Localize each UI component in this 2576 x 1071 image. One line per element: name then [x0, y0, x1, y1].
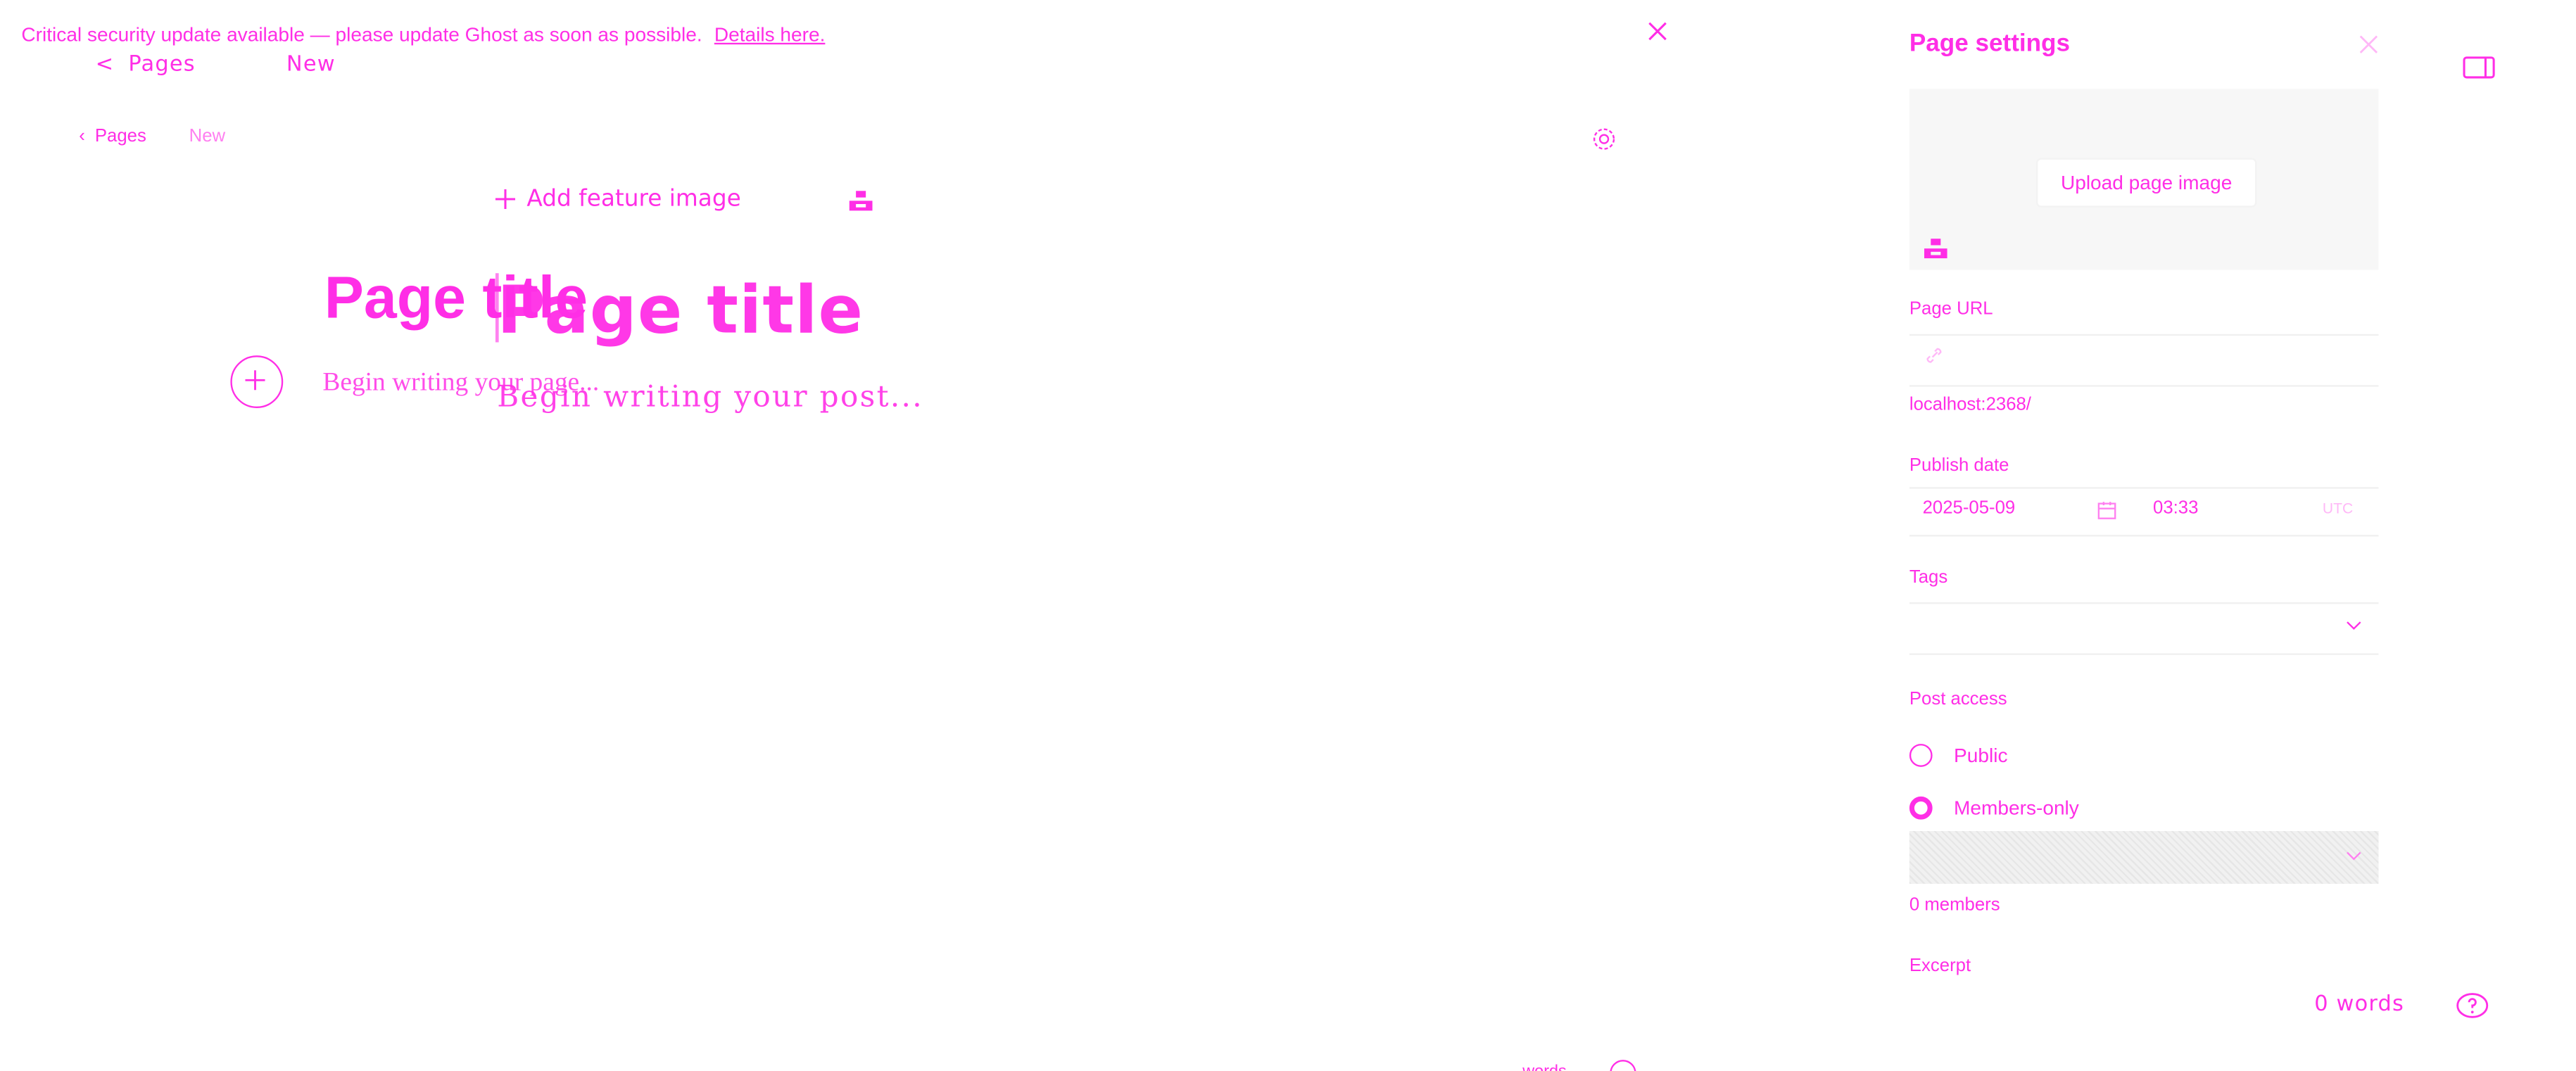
- excerpt-label: Excerpt: [1909, 956, 1971, 976]
- page-title-placeholder-ghost: Page title: [497, 273, 864, 349]
- publish-date-input[interactable]: 2025-05-09: [1923, 499, 2016, 519]
- nav-pages-link[interactable]: Pages: [128, 53, 286, 77]
- editor-window: Critical security update available — ple…: [0, 0, 2576, 1071]
- back-chevron[interactable]: <: [96, 53, 129, 77]
- upload-page-image-button[interactable]: Upload page image: [2035, 158, 2257, 208]
- radio-members-only[interactable]: [1909, 796, 1933, 820]
- breadcrumb-status: New: [189, 127, 226, 147]
- calendar-icon[interactable]: [2097, 500, 2117, 520]
- breadcrumb-pages-link[interactable]: Pages: [95, 127, 146, 146]
- tags-label: Tags: [1909, 567, 1948, 588]
- chevron-down-icon: [2347, 851, 2361, 861]
- sidebar-toggle-icon[interactable]: [2463, 56, 2496, 80]
- body-placeholder-ghost: Begin writing your post...: [497, 380, 924, 415]
- banner-details-link[interactable]: Details here.: [714, 23, 826, 46]
- add-card-button[interactable]: [230, 355, 284, 408]
- add-feature-image-label: Add feature image: [526, 186, 741, 213]
- unsplash-icon[interactable]: [1924, 239, 1947, 259]
- tags-select[interactable]: [1909, 602, 2379, 655]
- publish-date-label: Publish date: [1909, 455, 2009, 476]
- banner-message: Critical security update available — ple…: [21, 23, 702, 46]
- close-icon[interactable]: [1646, 20, 1669, 43]
- page-url-label: Page URL: [1909, 299, 1993, 319]
- timezone-label: UTC: [2322, 500, 2354, 517]
- radio-public-label[interactable]: Public: [1954, 744, 2007, 767]
- word-count: 0 words: [2314, 992, 2405, 1018]
- breadcrumb-back-icon[interactable]: ‹: [79, 127, 85, 146]
- radio-members-only-label[interactable]: Members-only: [1954, 797, 2079, 820]
- help-icon[interactable]: [1610, 1060, 1636, 1071]
- close-icon[interactable]: [2357, 33, 2380, 56]
- post-access-label: Post access: [1909, 689, 2007, 709]
- plus-icon: [495, 189, 516, 210]
- page-url-input[interactable]: [1909, 334, 2379, 387]
- gear-icon[interactable]: [1590, 125, 1618, 153]
- breadcrumb: ‹ Pages New: [79, 127, 225, 146]
- plus-icon: [245, 370, 265, 391]
- word-count-small: words: [1522, 1063, 1566, 1071]
- unsplash-icon[interactable]: [847, 189, 873, 213]
- text-cursor: [495, 273, 499, 343]
- help-icon[interactable]: [2456, 992, 2489, 1018]
- nav-status-new: New: [286, 52, 336, 77]
- security-banner: Critical security update available — ple…: [21, 23, 825, 46]
- publish-time-input[interactable]: 03:33: [2153, 499, 2198, 519]
- settings-panel-title: Page settings: [1909, 30, 2070, 58]
- chevron-down-icon: [2347, 621, 2361, 630]
- add-feature-image-button[interactable]: Add feature image: [494, 186, 741, 213]
- page-url-hint: localhost:2368/: [1909, 395, 2031, 415]
- top-nav: < Pages New: [96, 53, 336, 77]
- radio-public[interactable]: [1909, 744, 1933, 767]
- members-count: 0 members: [1909, 895, 2000, 915]
- member-tier-select[interactable]: [1909, 831, 2379, 884]
- link-icon: [1926, 348, 1942, 363]
